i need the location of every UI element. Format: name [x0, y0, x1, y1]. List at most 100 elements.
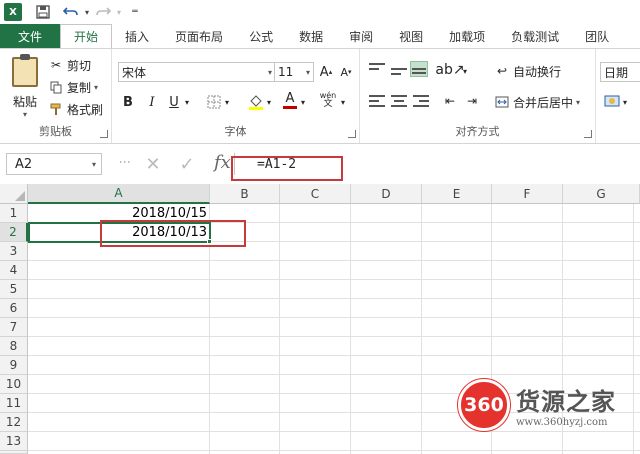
name-box-value: A2 — [15, 156, 33, 172]
clipboard-dialog-launcher-icon[interactable] — [100, 130, 108, 138]
decrease-indent-icon[interactable]: ⇤ — [440, 91, 460, 111]
cancel-icon[interactable]: ✕ — [142, 154, 164, 175]
row-header-12[interactable]: 12 — [0, 413, 28, 432]
align-top-icon[interactable] — [368, 61, 386, 77]
column-header-e[interactable]: E — [422, 184, 492, 204]
alignment-group: ab↗ ▾ ⇤ ⇥ ↩ 自动换行 合并后居中 ▾ 对齐方式 — [360, 49, 596, 143]
redo-icon[interactable] — [92, 2, 114, 22]
row-header-6[interactable]: 6 — [0, 299, 28, 318]
number-group: 日期 ▾ — [596, 49, 640, 143]
row-header-13[interactable]: 13 — [0, 432, 28, 451]
number-format-combo[interactable]: 日期 — [600, 62, 640, 82]
save-icon[interactable] — [32, 2, 54, 22]
column-header-b[interactable]: B — [210, 184, 280, 204]
merge-center-button[interactable]: 合并后居中 ▾ — [494, 93, 580, 111]
row-header-1[interactable]: 1 — [0, 204, 28, 223]
column-header-c[interactable]: C — [280, 184, 351, 204]
cut-button[interactable]: ✂ 剪切 — [48, 56, 91, 74]
align-middle-icon[interactable] — [390, 61, 408, 77]
align-bottom-icon[interactable] — [410, 61, 428, 77]
italic-button[interactable]: I — [142, 92, 162, 112]
font-color-swatch — [283, 105, 297, 109]
gridline — [28, 317, 640, 318]
grow-font-icon[interactable]: A ▴ — [316, 62, 336, 82]
font-color-dropdown-icon[interactable]: ▾ — [298, 92, 308, 112]
formula-bar-resize-handle[interactable]: ⋮ — [118, 156, 132, 169]
tab-review[interactable]: 审阅 — [336, 24, 386, 48]
row-header-3[interactable]: 3 — [0, 242, 28, 261]
tab-formulas[interactable]: 公式 — [236, 24, 286, 48]
column-header-d[interactable]: D — [351, 184, 422, 204]
fill-color-icon[interactable] — [246, 92, 266, 112]
font-name-value: 宋体 — [122, 65, 147, 80]
number-format-value: 日期 — [604, 65, 629, 80]
align-right-icon[interactable] — [412, 93, 430, 109]
tab-add-ins[interactable]: 加载项 — [436, 24, 498, 48]
font-size-value: 11 — [278, 65, 294, 79]
redo-dropdown-icon[interactable]: ▾ — [114, 2, 124, 22]
wrap-text-label: 自动换行 — [513, 64, 562, 79]
increase-indent-icon[interactable]: ⇥ — [462, 91, 482, 111]
shrink-font-icon[interactable]: A ▾ — [336, 62, 356, 82]
underline-button[interactable]: U — [164, 92, 184, 112]
tab-file[interactable]: 文件 — [0, 24, 61, 48]
orientation-dropdown-icon[interactable]: ▾ — [460, 61, 470, 81]
column-header-g[interactable]: G — [563, 184, 640, 204]
select-all-button[interactable] — [0, 184, 28, 204]
row-header-11[interactable]: 11 — [0, 394, 28, 413]
tab-load-test[interactable]: 负载测试 — [498, 24, 572, 48]
font-dialog-launcher-icon[interactable] — [348, 130, 356, 138]
borders-icon[interactable] — [204, 92, 224, 112]
tab-page-layout[interactable]: 页面布局 — [162, 24, 236, 48]
borders-dropdown-icon[interactable]: ▾ — [222, 92, 232, 112]
tab-insert[interactable]: 插入 — [112, 24, 162, 48]
format-painter-label: 格式刷 — [67, 102, 104, 117]
row-header-7[interactable]: 7 — [0, 318, 28, 337]
align-left-icon[interactable] — [368, 93, 386, 109]
row-header-2[interactable]: 2 — [0, 223, 28, 242]
gridline — [28, 374, 640, 375]
undo-dropdown-icon[interactable]: ▾ — [82, 2, 92, 22]
phonetic-char-icon: 文 — [323, 99, 333, 109]
gridline — [28, 298, 640, 299]
insert-function-icon[interactable]: fx — [214, 152, 231, 173]
paste-button[interactable]: 粘贴 ▾ — [6, 54, 44, 119]
font-size-combo[interactable]: 11 ▾ — [274, 62, 314, 82]
wrap-text-button[interactable]: ↩ 自动换行 — [494, 62, 561, 80]
copy-button[interactable]: 复制 ▾ — [48, 78, 98, 96]
row-header-4[interactable]: 4 — [0, 261, 28, 280]
align-center-icon[interactable] — [390, 93, 408, 109]
row-header-9[interactable]: 9 — [0, 356, 28, 375]
copy-label: 复制 — [67, 80, 92, 95]
tab-team[interactable]: 团队 — [572, 24, 622, 48]
row-header-5[interactable]: 5 — [0, 280, 28, 299]
excel-logo-icon: X — [4, 3, 22, 21]
fill-color-dropdown-icon[interactable]: ▾ — [264, 92, 274, 112]
watermark-name: 货源之家 — [516, 388, 616, 416]
underline-dropdown-icon[interactable]: ▾ — [182, 92, 192, 112]
font-color-button[interactable]: A — [280, 90, 300, 110]
font-size-dropdown-icon: ▾ — [305, 68, 310, 77]
column-header-a[interactable]: A — [28, 184, 210, 204]
tab-home[interactable]: 开始 — [60, 24, 113, 48]
column-header-f[interactable]: F — [492, 184, 563, 204]
enter-icon[interactable]: ✓ — [176, 154, 198, 175]
undo-icon[interactable] — [60, 2, 82, 22]
font-color-label: A — [285, 90, 295, 106]
accounting-format-icon[interactable] — [602, 91, 622, 111]
format-painter-button[interactable]: 格式刷 — [48, 100, 103, 118]
phonetic-guide-button[interactable]: wén 文 — [318, 90, 338, 110]
name-box[interactable]: A2 ▾ — [6, 153, 102, 175]
accounting-dropdown-icon[interactable]: ▾ — [620, 92, 630, 112]
tab-data[interactable]: 数据 — [286, 24, 336, 48]
customize-qat-icon[interactable]: ═ — [124, 2, 146, 22]
cell-highlight-box — [100, 220, 246, 247]
tab-view[interactable]: 视图 — [386, 24, 436, 48]
row-header-10[interactable]: 10 — [0, 375, 28, 394]
font-name-combo[interactable]: 宋体 ▾ — [118, 62, 276, 82]
orientation-icon[interactable]: ab↗ — [435, 60, 464, 80]
alignment-dialog-launcher-icon[interactable] — [584, 130, 592, 138]
bold-button[interactable]: B — [118, 92, 138, 112]
phonetic-dropdown-icon[interactable]: ▾ — [338, 92, 348, 112]
row-header-8[interactable]: 8 — [0, 337, 28, 356]
